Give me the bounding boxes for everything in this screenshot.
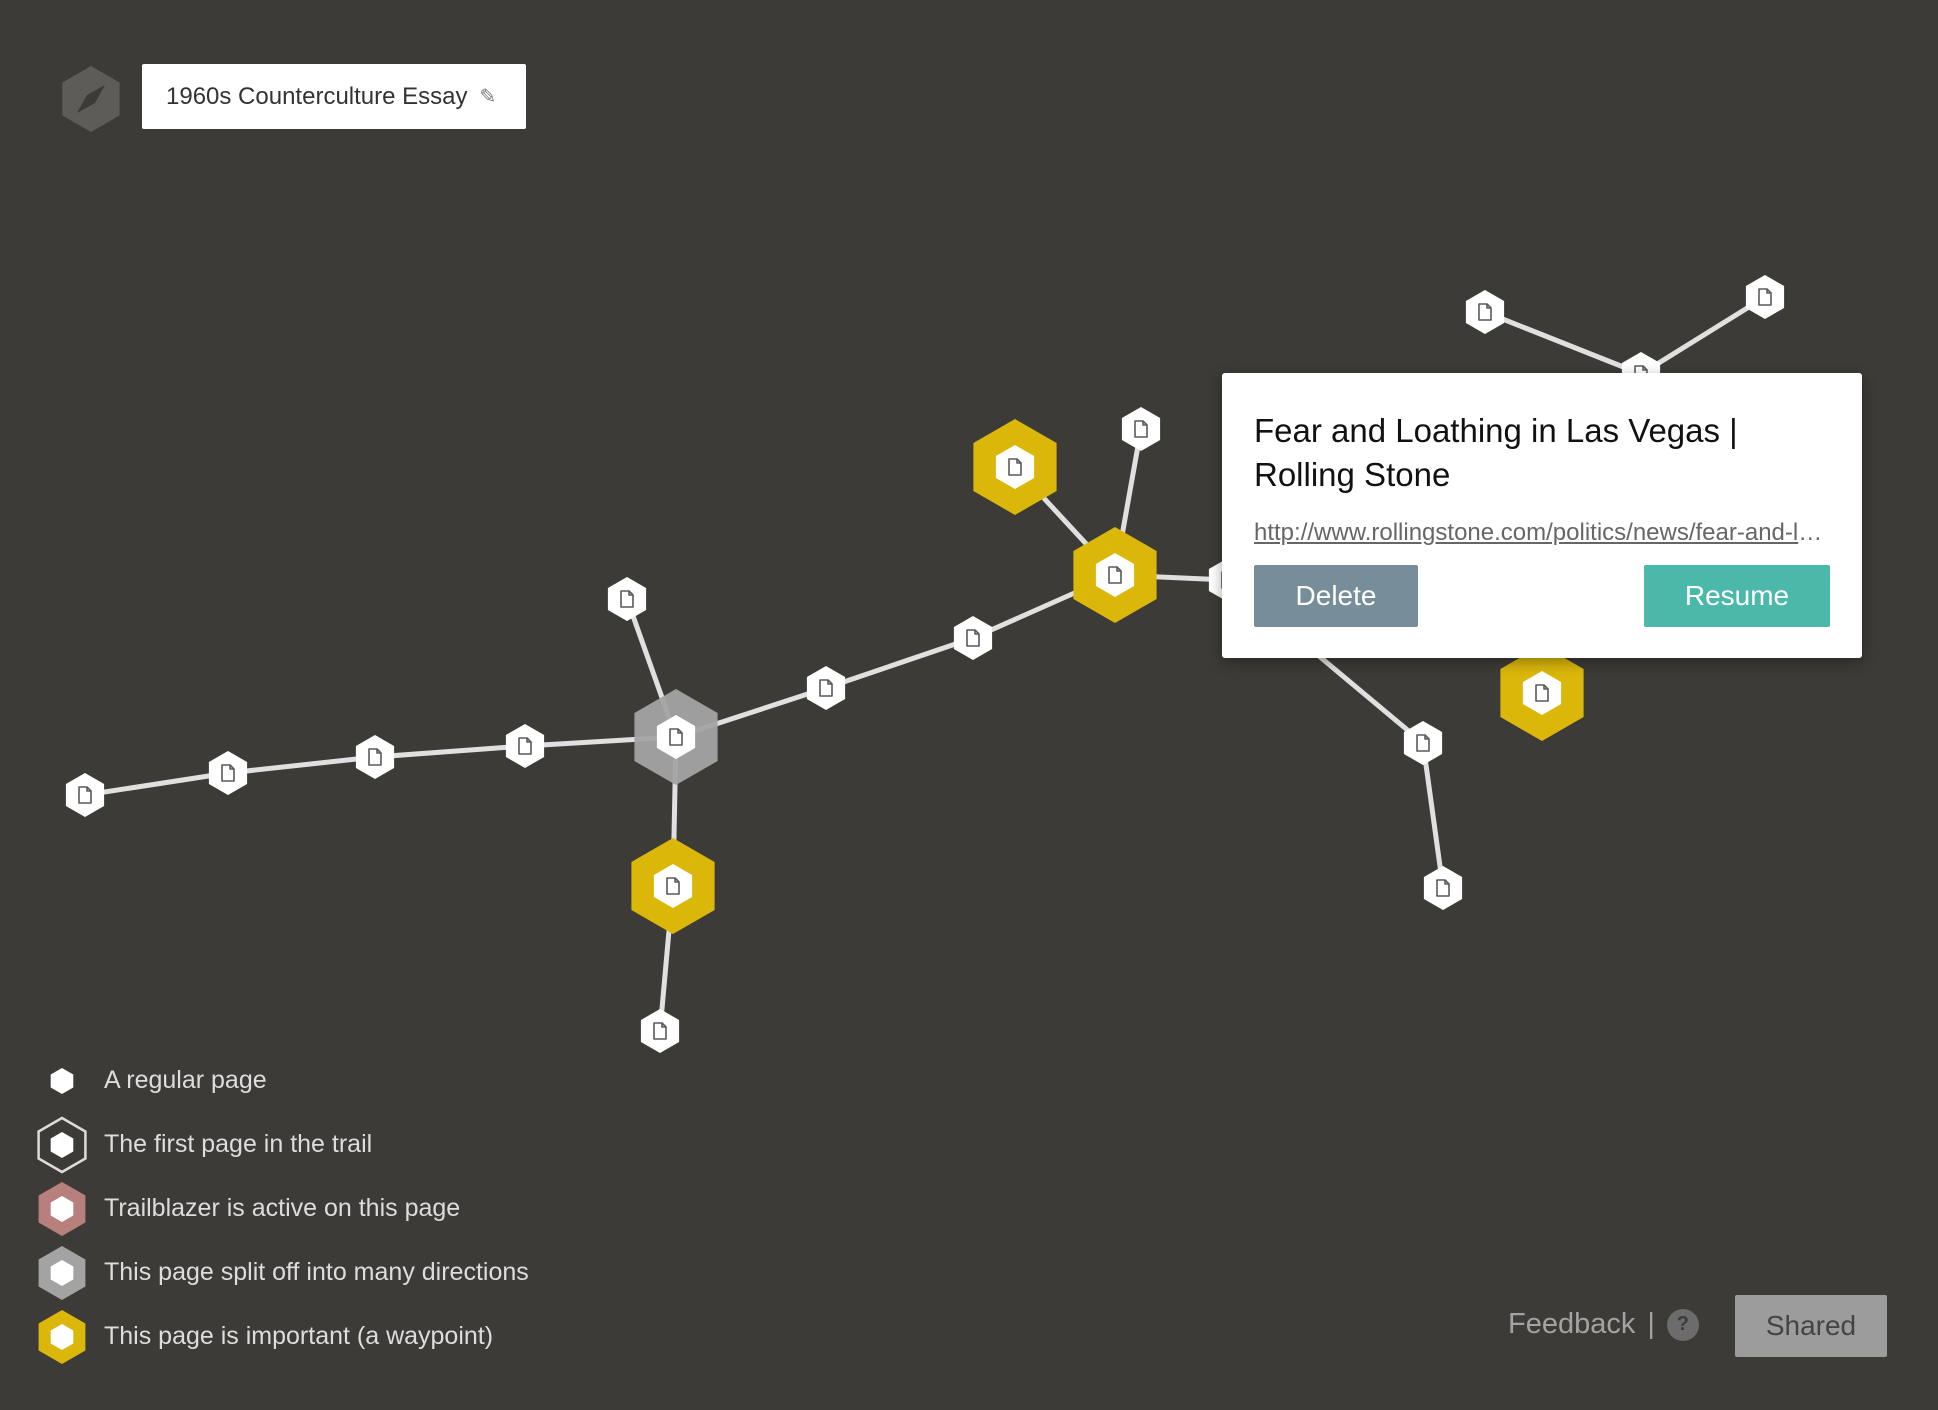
page-node-hex — [1423, 866, 1463, 910]
page-node[interactable] — [208, 751, 248, 795]
trail-link — [82, 770, 231, 798]
legend-label: Trailblazer is active on this page — [104, 1194, 461, 1222]
page-node-hex — [806, 666, 846, 710]
help-icon[interactable]: ? — [1666, 1308, 1699, 1341]
page-node[interactable] — [1121, 407, 1161, 451]
page-node-hex — [1465, 290, 1505, 334]
trail-link — [1638, 294, 1768, 377]
page-node-hex — [953, 616, 993, 660]
separator: | — [1647, 1308, 1655, 1340]
page-node[interactable] — [953, 616, 993, 660]
page-node[interactable] — [640, 1009, 680, 1053]
split-page-icon — [38, 1246, 86, 1300]
feedback-link[interactable]: Feedback — [1508, 1308, 1635, 1341]
first-page-icon — [37, 1116, 87, 1174]
page-node[interactable] — [1465, 290, 1505, 334]
feedback-bar: Feedback | ? — [1508, 1308, 1699, 1341]
legend-label: This page split off into many directions — [104, 1258, 529, 1286]
active-page-icon — [38, 1182, 86, 1236]
trail-link — [823, 635, 976, 691]
page-node-hex — [65, 773, 105, 817]
page-node[interactable] — [806, 666, 846, 710]
page-popup: Fear and Loathing in Las Vegas | Rolling… — [1222, 373, 1862, 658]
page-node-hex — [355, 735, 395, 779]
resume-button[interactable]: Resume — [1644, 565, 1830, 627]
trail-link — [225, 754, 378, 776]
waypoint-page-node[interactable] — [631, 838, 715, 934]
page-node-hex — [208, 751, 248, 795]
waypoint-page-node[interactable] — [1500, 645, 1584, 741]
legend-label: This page is important (a waypoint) — [104, 1322, 494, 1350]
trail-link — [1482, 309, 1644, 377]
page-node[interactable] — [1403, 721, 1443, 765]
page-node-hex — [607, 577, 647, 621]
page-node-hex — [640, 1009, 680, 1053]
shared-button[interactable]: Shared — [1735, 1295, 1887, 1357]
page-node[interactable] — [505, 724, 545, 768]
popup-page-url[interactable]: http://www.rollingstone.com/politics/new… — [1254, 519, 1830, 547]
legend-label: The first page in the trail — [104, 1130, 373, 1158]
page-node[interactable] — [1423, 866, 1463, 910]
delete-button[interactable]: Delete — [1254, 565, 1418, 627]
regular-page-icon — [50, 1068, 74, 1094]
waypoint-page-icon — [38, 1310, 86, 1364]
page-node[interactable] — [65, 773, 105, 817]
page-node-hex — [1745, 275, 1785, 319]
page-node[interactable] — [1745, 275, 1785, 319]
trail-link — [372, 743, 528, 760]
trail-link — [1420, 740, 1446, 891]
page-node[interactable] — [355, 735, 395, 779]
popup-page-title: Fear and Loathing in Las Vegas | Rolling… — [1254, 412, 1738, 493]
page-node-hex — [1121, 407, 1161, 451]
page-node[interactable] — [607, 577, 647, 621]
legend-label: A regular page — [104, 1066, 267, 1094]
page-node-hex — [505, 724, 545, 768]
split-page-node[interactable] — [634, 689, 718, 785]
page-node-hex — [1403, 721, 1443, 765]
